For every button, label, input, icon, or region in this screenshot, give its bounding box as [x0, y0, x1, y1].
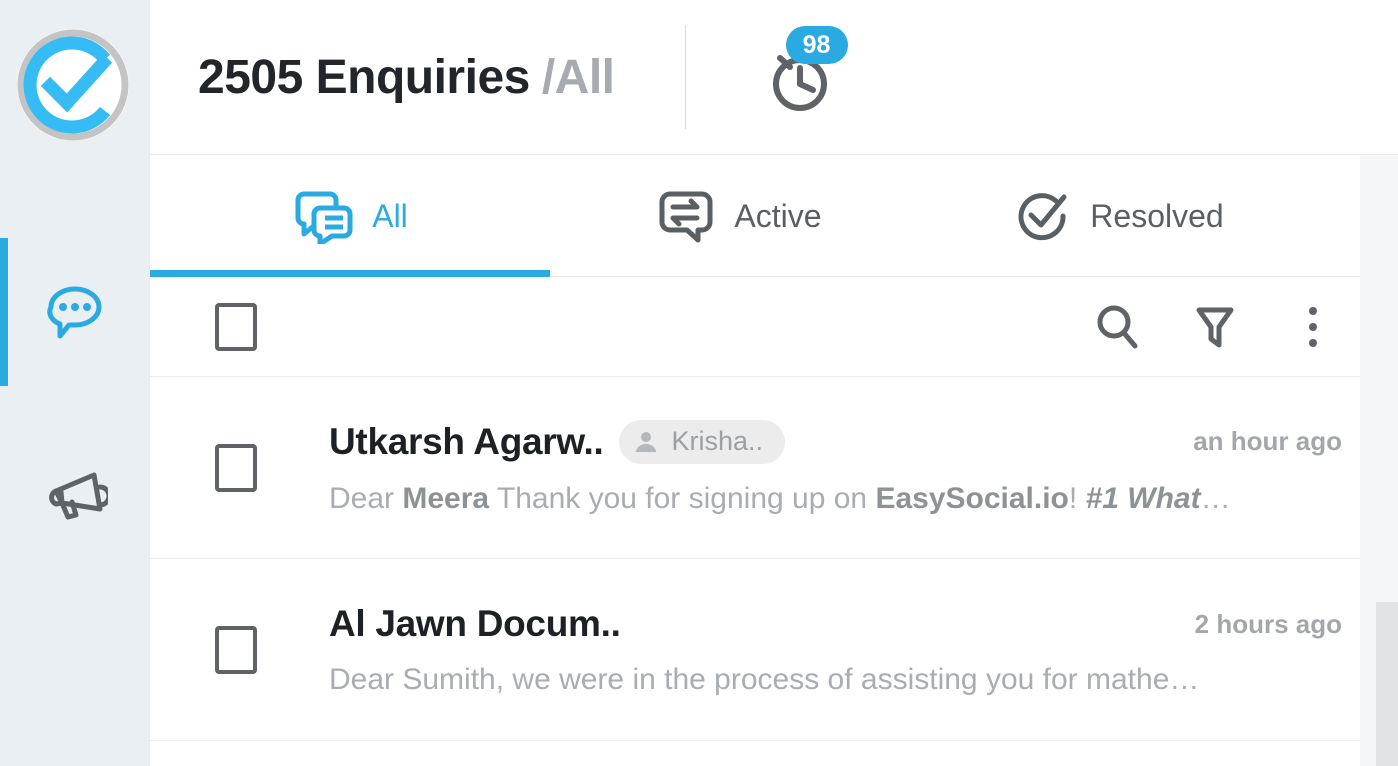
row-title: Al Jawn Docum..	[329, 602, 621, 644]
megaphone-icon	[49, 472, 108, 520]
filter-button[interactable]	[1192, 301, 1238, 353]
filter-icon	[1196, 307, 1234, 347]
row-preview: Dear Meera Thank you for signing up on E…	[329, 481, 1231, 515]
assignee-name: Krisha..	[671, 426, 763, 456]
tab-resolved[interactable]: Resolved	[928, 155, 1308, 277]
sidebar-item-broadcast[interactable]	[0, 450, 150, 540]
search-button[interactable]	[1094, 301, 1140, 353]
tab-all-label: All	[372, 197, 408, 234]
chat-icon	[47, 286, 102, 339]
check-circle-icon	[1018, 193, 1067, 241]
exchange-bubble-icon	[659, 191, 713, 243]
row-header: Utkarsh Agarw.. Krisha.. an hour ago	[329, 419, 1342, 464]
scrollbar-thumb[interactable]	[1376, 602, 1398, 766]
assignee-pill[interactable]: Krisha..	[619, 419, 785, 464]
tab-all[interactable]: All	[150, 155, 550, 278]
tab-bar: All Active Resolved	[150, 155, 1398, 278]
main-panel: 2505 Enquiries /All 98 All Active Resolv…	[150, 0, 1398, 766]
page-title: 2505 Enquiries /All	[198, 50, 615, 105]
person-icon	[636, 431, 657, 452]
table-row[interactable]: Al Jawn Docum.. 2 hours ago Dear Sumith,…	[150, 559, 1398, 741]
enquiry-list: Utkarsh Agarw.. Krisha.. an hour ago Dea…	[150, 377, 1398, 766]
app-root: 2505 Enquiries /All 98 All Active Resolv…	[0, 0, 1398, 766]
row-timestamp: an hour ago	[1193, 425, 1342, 456]
tab-active[interactable]: Active	[550, 155, 928, 277]
chat-bubbles-icon	[295, 191, 353, 244]
row-timestamp: 2 hours ago	[1194, 608, 1342, 639]
table-row-partial[interactable]	[150, 741, 1398, 766]
toolbar-actions	[1094, 301, 1336, 353]
sidebar-item-conversations[interactable]	[0, 268, 150, 358]
pending-count-badge: 98	[785, 26, 848, 64]
page-header: 2505 Enquiries /All 98	[150, 0, 1398, 155]
row-content: Al Jawn Docum.. 2 hours ago Dear Sumith,…	[329, 603, 1342, 697]
select-all-checkbox[interactable]	[215, 302, 257, 351]
check-circle-logo-icon	[17, 29, 129, 141]
check-circle-logo[interactable]	[17, 29, 129, 141]
row-checkbox[interactable]	[215, 625, 257, 674]
row-content: Utkarsh Agarw.. Krisha.. an hour ago Dea…	[329, 419, 1342, 516]
search-icon	[1097, 305, 1138, 348]
list-toolbar	[150, 277, 1398, 377]
row-header: Al Jawn Docum.. 2 hours ago	[329, 603, 1342, 645]
row-checkbox[interactable]	[215, 443, 257, 492]
tab-active-label: Active	[734, 197, 822, 234]
left-nav-rail	[0, 0, 150, 766]
page-title-scope: /All	[541, 50, 615, 104]
header-divider	[684, 25, 686, 129]
row-title: Utkarsh Agarw..	[329, 420, 604, 462]
more-vertical-icon	[1309, 306, 1317, 347]
more-options-button[interactable]	[1290, 301, 1336, 353]
tab-resolved-label: Resolved	[1090, 197, 1224, 234]
pending-timer-button[interactable]: 98	[760, 26, 848, 114]
row-preview: Dear Sumith, we were in the process of a…	[329, 662, 1200, 696]
page-title-text: 2505 Enquiries	[198, 50, 530, 104]
vertical-scrollbar[interactable]	[1376, 155, 1398, 766]
table-row[interactable]: Utkarsh Agarw.. Krisha.. an hour ago Dea…	[150, 377, 1398, 559]
